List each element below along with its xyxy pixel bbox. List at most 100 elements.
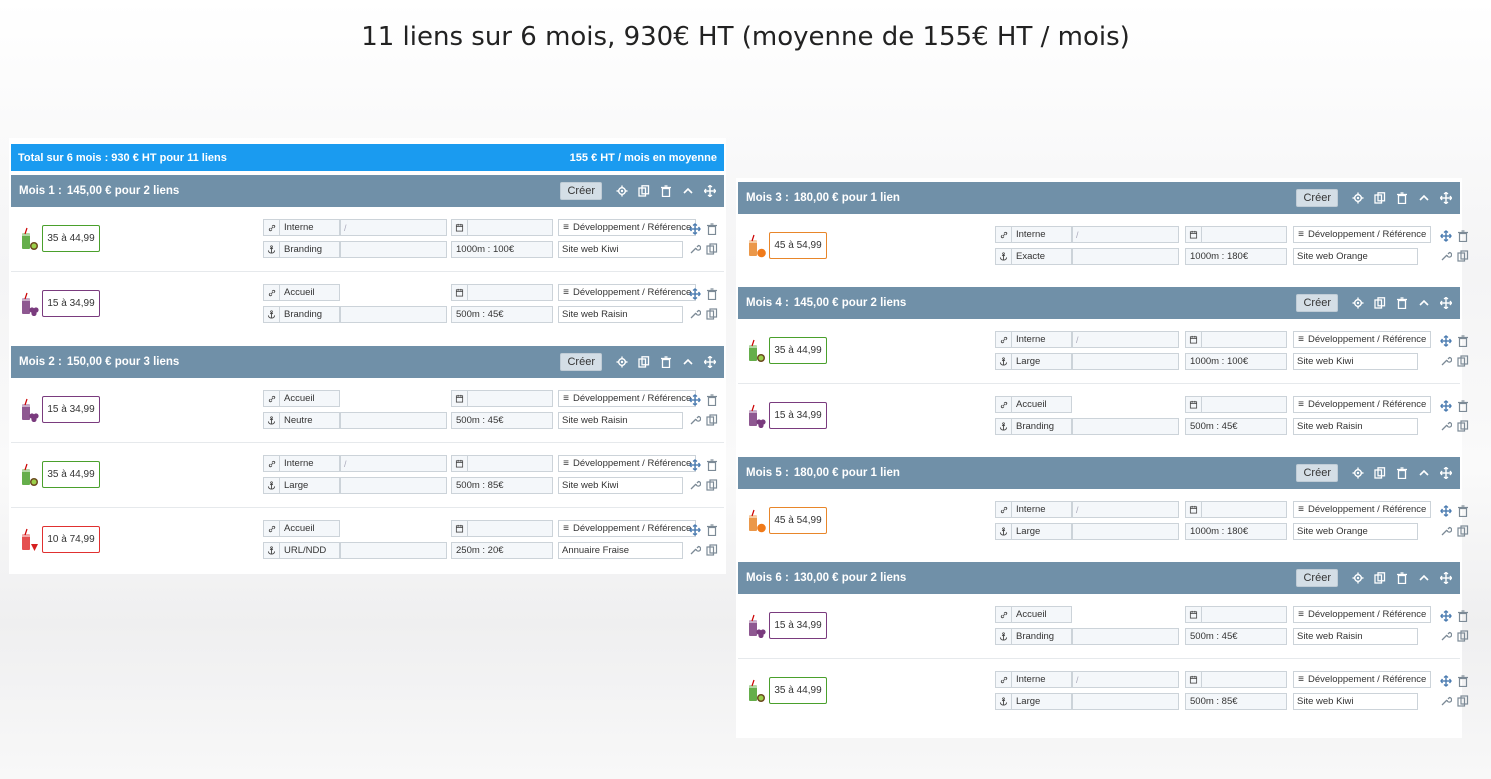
category-select[interactable]: ≡ Développement / Référence [558, 455, 696, 472]
move-icon[interactable] [689, 393, 701, 406]
date-field[interactable] [451, 390, 553, 407]
copy-icon[interactable] [1374, 467, 1386, 479]
create-button[interactable]: Créer [1296, 464, 1338, 482]
target-page-field[interactable]: Accueil [995, 396, 1072, 413]
copy-icon[interactable] [1457, 629, 1469, 642]
create-button[interactable]: Créer [1296, 294, 1338, 312]
trash-icon[interactable] [1396, 572, 1408, 584]
gear-icon[interactable] [616, 356, 628, 368]
power-field[interactable]: 500m : 45€ [1185, 418, 1287, 435]
price-badge[interactable]: 15 à 34,99 [42, 290, 100, 317]
price-badge[interactable]: 35 à 44,99 [42, 461, 100, 488]
url-path-input[interactable]: / [1072, 501, 1179, 518]
url-path-input[interactable]: / [340, 219, 447, 236]
move-icon[interactable] [1440, 229, 1452, 242]
move-icon[interactable] [689, 523, 701, 536]
chevron-up-icon[interactable] [1418, 572, 1430, 584]
category-select[interactable]: ≡ Développement / Référence [1293, 396, 1431, 413]
power-field[interactable]: 500m : 85€ [1185, 693, 1287, 710]
target-page-field[interactable]: Accueil [263, 390, 340, 407]
wrench-icon[interactable] [689, 242, 702, 254]
gear-icon[interactable] [616, 185, 628, 197]
move-icon[interactable] [704, 356, 716, 368]
chevron-up-icon[interactable] [682, 356, 694, 368]
copy-icon[interactable] [706, 413, 718, 426]
move-icon[interactable] [1440, 297, 1452, 309]
move-icon[interactable] [1440, 572, 1452, 584]
trash-icon[interactable] [706, 523, 718, 537]
anchor-field[interactable]: Large [995, 523, 1072, 540]
anchor-text-input[interactable] [1072, 418, 1179, 435]
copy-icon[interactable] [638, 185, 650, 197]
chevron-up-icon[interactable] [1418, 467, 1430, 479]
gear-icon[interactable] [1352, 297, 1364, 309]
target-page-field[interactable]: Interne [995, 331, 1072, 348]
trash-icon[interactable] [1396, 192, 1408, 204]
wrench-icon[interactable] [1440, 354, 1453, 366]
date-field[interactable] [1185, 501, 1287, 518]
anchor-field[interactable]: Branding [263, 241, 340, 258]
copy-icon[interactable] [1457, 249, 1469, 262]
anchor-text-input[interactable] [1072, 523, 1179, 540]
price-badge[interactable]: 15 à 34,99 [769, 402, 827, 429]
wrench-icon[interactable] [1440, 419, 1453, 431]
chevron-up-icon[interactable] [1418, 297, 1430, 309]
anchor-text-input[interactable] [1072, 248, 1179, 265]
copy-icon[interactable] [1374, 572, 1386, 584]
move-icon[interactable] [1440, 674, 1452, 687]
chevron-up-icon[interactable] [682, 185, 694, 197]
copy-icon[interactable] [706, 242, 718, 255]
target-page-field[interactable]: Interne [995, 671, 1072, 688]
chevron-up-icon[interactable] [1418, 192, 1430, 204]
price-badge[interactable]: 35 à 44,99 [42, 225, 100, 252]
site-select[interactable]: Site web Raisin [558, 306, 683, 323]
copy-icon[interactable] [1374, 297, 1386, 309]
target-page-field[interactable]: Accueil [995, 606, 1072, 623]
trash-icon[interactable] [1457, 334, 1469, 348]
wrench-icon[interactable] [689, 413, 702, 425]
trash-icon[interactable] [706, 222, 718, 236]
power-field[interactable]: 1000m : 180€ [1185, 248, 1287, 265]
move-icon[interactable] [689, 222, 701, 235]
site-select[interactable]: Site web Raisin [1293, 418, 1418, 435]
copy-icon[interactable] [1457, 354, 1469, 367]
price-badge[interactable]: 45 à 54,99 [769, 232, 827, 259]
anchor-text-input[interactable] [340, 477, 447, 494]
trash-icon[interactable] [706, 393, 718, 407]
trash-icon[interactable] [660, 356, 672, 368]
category-select[interactable]: ≡ Développement / Référence [558, 390, 696, 407]
copy-icon[interactable] [706, 543, 718, 556]
target-page-field[interactable]: Accueil [263, 284, 340, 301]
site-select[interactable]: Site web Raisin [558, 412, 683, 429]
date-field[interactable] [451, 520, 553, 537]
url-path-input[interactable]: / [1072, 331, 1179, 348]
power-field[interactable]: 1000m : 100€ [451, 241, 553, 258]
site-select[interactable]: Site web Kiwi [1293, 353, 1418, 370]
anchor-field[interactable]: Large [263, 477, 340, 494]
price-badge[interactable]: 35 à 44,99 [769, 337, 827, 364]
site-select[interactable]: Site web Kiwi [1293, 693, 1418, 710]
copy-icon[interactable] [638, 356, 650, 368]
anchor-text-input[interactable] [340, 241, 447, 258]
wrench-icon[interactable] [1440, 694, 1453, 706]
target-page-field[interactable]: Accueil [263, 520, 340, 537]
site-select[interactable]: Site web Orange [1293, 248, 1418, 265]
copy-icon[interactable] [706, 307, 718, 320]
move-icon[interactable] [689, 287, 701, 300]
anchor-field[interactable]: Neutre [263, 412, 340, 429]
site-select[interactable]: Site web Raisin [1293, 628, 1418, 645]
create-button[interactable]: Créer [560, 182, 602, 200]
move-icon[interactable] [1440, 467, 1452, 479]
site-select[interactable]: Site web Orange [1293, 523, 1418, 540]
url-path-input[interactable]: / [1072, 226, 1179, 243]
site-select[interactable]: Site web Kiwi [558, 477, 683, 494]
category-select[interactable]: ≡ Développement / Référence [1293, 606, 1431, 623]
category-select[interactable]: ≡ Développement / Référence [558, 219, 696, 236]
trash-icon[interactable] [1457, 674, 1469, 688]
create-button[interactable]: Créer [1296, 189, 1338, 207]
wrench-icon[interactable] [1440, 249, 1453, 261]
site-select[interactable]: Site web Kiwi [558, 241, 683, 258]
power-field[interactable]: 500m : 85€ [451, 477, 553, 494]
date-field[interactable] [1185, 606, 1287, 623]
gear-icon[interactable] [1352, 572, 1364, 584]
